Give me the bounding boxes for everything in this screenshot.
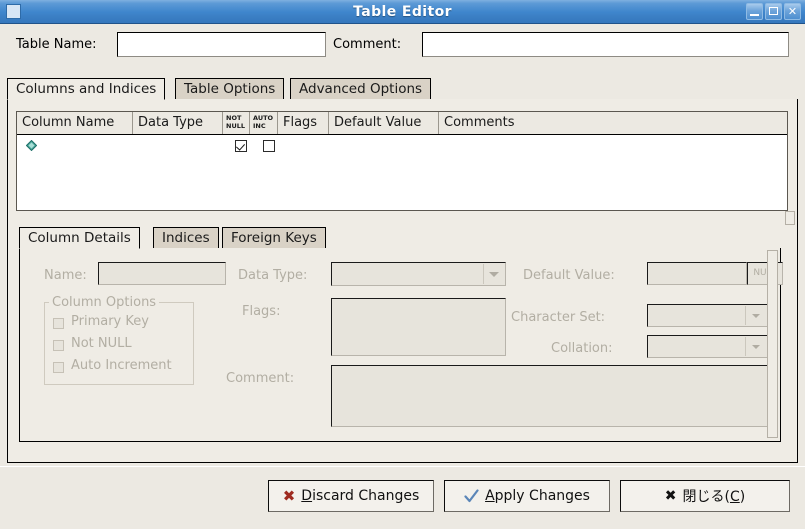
title-bar[interactable]: Table Editor ✕	[0, 0, 805, 24]
detail-flags-label: Flags:	[242, 304, 281, 319]
not-null-label: Not NULL	[71, 336, 132, 351]
grid-header-default-value[interactable]: Default Value	[329, 112, 439, 134]
row-auto-inc-checkbox[interactable]	[263, 140, 275, 152]
column-options-title: Column Options	[49, 295, 160, 310]
maximize-icon[interactable]	[765, 3, 782, 20]
grid-header-not-null[interactable]: NOT NULL	[223, 112, 250, 134]
table-name-label: Table Name:	[16, 37, 97, 52]
close-icon[interactable]: ✕	[784, 3, 801, 20]
table-row[interactable]	[17, 135, 787, 157]
detail-default-value-input[interactable]	[647, 262, 747, 285]
primary-key-label: Primary Key	[71, 314, 149, 329]
grid-header-auto-inc-line2: INC	[253, 121, 266, 130]
grid-header-flags[interactable]: Flags	[278, 112, 329, 134]
chevron-down-icon[interactable]	[745, 337, 766, 356]
primary-key-checkbox[interactable]	[53, 318, 64, 329]
detail-character-set-label: Character Set:	[511, 310, 606, 325]
close-mnemonic: C	[729, 489, 740, 505]
comment-label: Comment:	[333, 37, 402, 52]
apply-rest: pply Changes	[494, 488, 590, 504]
columns-and-indices-panel: Column Name Data Type NOT NULL AUTO INC …	[7, 99, 798, 463]
grid-header-column-name[interactable]: Column Name	[17, 112, 133, 134]
detail-data-type-label: Data Type:	[238, 268, 308, 283]
detail-panel-scrollbar[interactable]	[767, 250, 778, 438]
main-tabs: Columns and Indices Table Options Advanc…	[7, 78, 798, 100]
tab-table-options[interactable]: Table Options	[175, 78, 285, 100]
detail-tabs: Column Details Indices Foreign Keys	[19, 227, 781, 249]
check-blue-icon	[464, 488, 479, 502]
detail-comment-label: Comment:	[226, 371, 295, 386]
apply-changes-button[interactable]: Apply Changes	[444, 480, 610, 512]
tab-indices[interactable]: Indices	[153, 227, 219, 249]
not-null-checkbox[interactable]	[53, 340, 64, 351]
detail-flags-list[interactable]	[331, 298, 506, 356]
tab-column-details[interactable]: Column Details	[19, 227, 140, 249]
auto-increment-checkbox[interactable]	[53, 362, 64, 373]
detail-name-label: Name:	[44, 268, 87, 283]
tab-advanced-options[interactable]: Advanced Options	[290, 78, 432, 100]
close-button[interactable]: ✖ 閉じる(C)	[620, 480, 790, 512]
table-editor-window: Table Editor ✕ Table Name: Comment: Colu…	[0, 0, 805, 529]
x-black-icon: ✖	[664, 488, 677, 504]
x-red-icon: ✖	[282, 486, 296, 505]
discard-changes-label: Discard Changes	[301, 488, 419, 504]
grid-header-auto-inc[interactable]: AUTO INC	[250, 112, 278, 134]
grid-header-comments[interactable]: Comments	[439, 112, 787, 134]
tab-columns-and-indices[interactable]: Columns and Indices	[7, 78, 166, 100]
detail-name-input[interactable]	[98, 262, 226, 285]
window-title: Table Editor	[353, 4, 452, 20]
table-name-input[interactable]	[117, 32, 326, 57]
tab-foreign-keys[interactable]: Foreign Keys	[222, 227, 326, 249]
detail-data-type-combobox[interactable]	[331, 262, 506, 286]
grid-header-data-type[interactable]: Data Type	[133, 112, 223, 134]
comment-input[interactable]	[422, 32, 789, 57]
detail-comment-textarea[interactable]	[331, 365, 768, 427]
header-fields: Table Name: Comment:	[0, 24, 805, 69]
detail-character-set-combobox[interactable]	[647, 304, 768, 327]
columns-grid[interactable]: Column Name Data Type NOT NULL AUTO INC …	[16, 111, 788, 211]
detail-collation-combobox[interactable]	[647, 335, 768, 358]
detail-default-value-label: Default Value:	[523, 268, 615, 283]
minimize-icon[interactable]	[746, 3, 763, 20]
apply-mnemonic: A	[485, 488, 495, 504]
grid-header-not-null-line2: NULL	[226, 121, 246, 130]
discard-rest: iscard Changes	[312, 488, 420, 504]
apply-changes-label: Apply Changes	[485, 488, 590, 504]
chevron-down-icon[interactable]	[745, 306, 766, 325]
diamond-icon	[26, 140, 37, 151]
window-controls: ✕	[746, 3, 801, 20]
close-label: 閉じる(C)	[682, 489, 746, 505]
column-details-panel: Name: Data Type: Default Value: NULL Col…	[19, 248, 783, 442]
discard-mnemonic: D	[301, 488, 313, 504]
detail-collation-label: Collation:	[551, 341, 613, 356]
grid-scrollbar[interactable]	[785, 211, 795, 225]
dialog-button-bar: ✖ Discard Changes Apply Changes ✖ 閉じる(C)	[0, 466, 805, 529]
row-not-null-checkbox[interactable]	[235, 140, 247, 152]
auto-increment-label: Auto Increment	[71, 358, 172, 373]
grid-header-row: Column Name Data Type NOT NULL AUTO INC …	[17, 112, 787, 135]
chevron-down-icon[interactable]	[483, 264, 504, 284]
discard-changes-button[interactable]: ✖ Discard Changes	[268, 480, 434, 512]
